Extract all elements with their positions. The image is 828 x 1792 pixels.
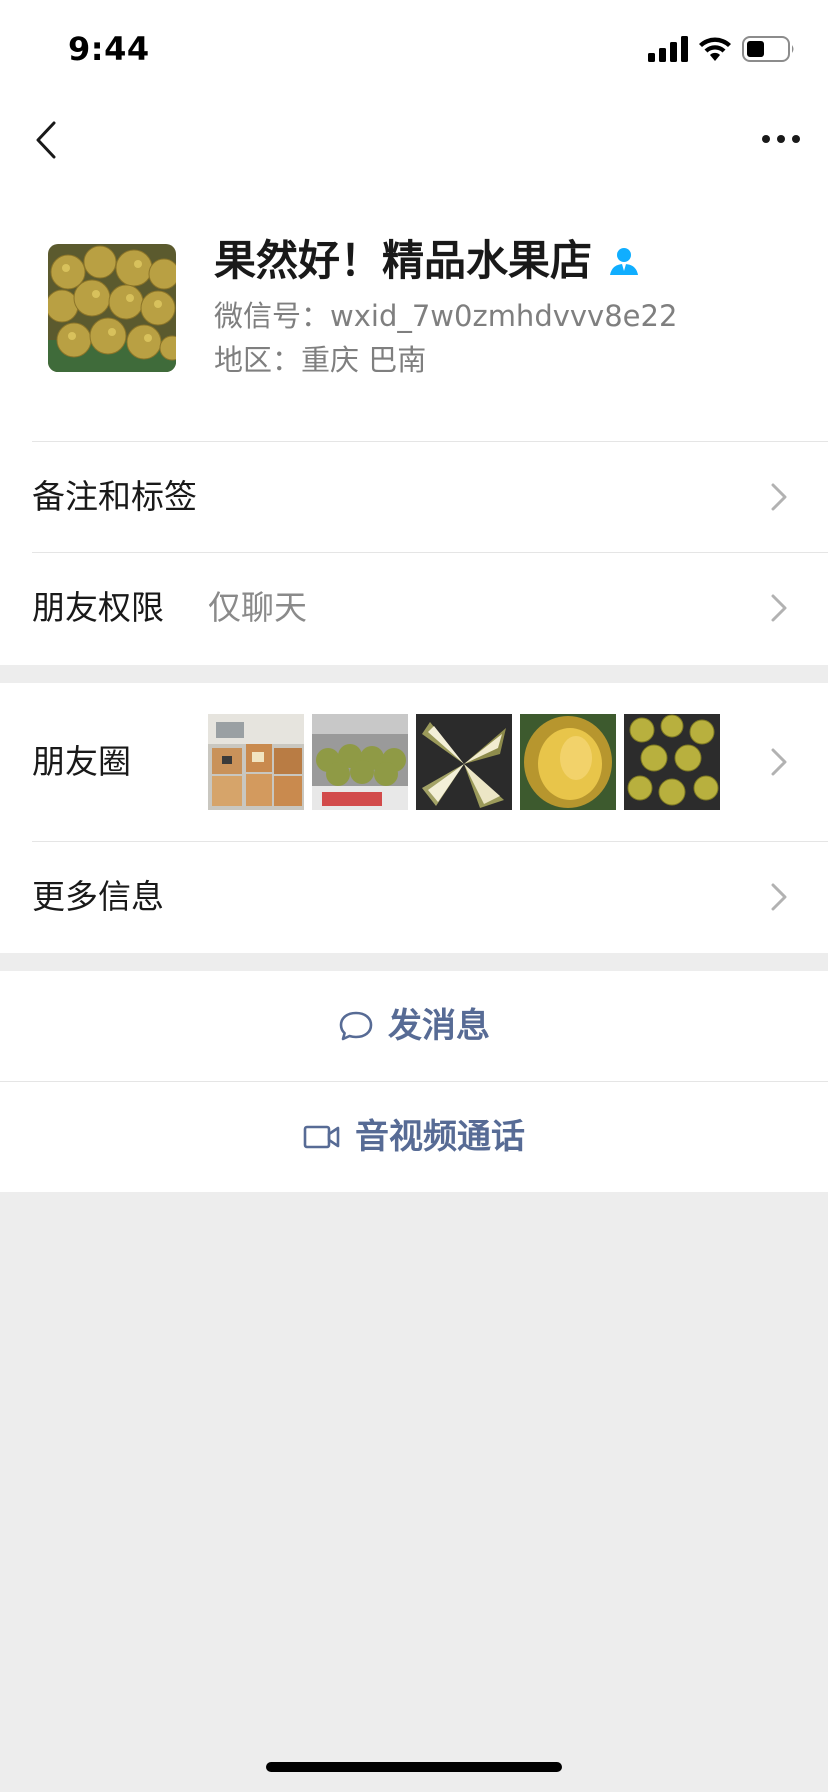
- video-call-label: 音视频通话: [355, 1117, 525, 1157]
- region: 地区：重庆 巴南: [214, 343, 427, 377]
- battery-icon: [742, 36, 794, 62]
- cellular-signal-icon: [648, 36, 688, 62]
- contact-person-icon: [610, 248, 639, 275]
- moments-thumbnail[interactable]: [416, 714, 512, 810]
- durian-avatar-image: [48, 244, 176, 372]
- fruit-boxes-photo: [208, 714, 304, 810]
- profile-name: 果然好！精品水果店: [214, 236, 593, 285]
- chat-bubble-icon: [339, 1011, 373, 1041]
- moments-thumbnail[interactable]: [624, 714, 720, 810]
- moments-thumbnails[interactable]: [208, 714, 720, 810]
- send-message-button[interactable]: 发消息: [0, 971, 828, 1081]
- chevron-right-icon: [771, 883, 787, 911]
- video-call-button[interactable]: 音视频通话: [0, 1082, 828, 1192]
- moments-thumbnail[interactable]: [520, 714, 616, 810]
- durian-flesh-photo: [520, 714, 616, 810]
- friend-permissions-row[interactable]: 朋友权限 仅聊天: [0, 553, 828, 663]
- friend-permissions-value: 仅聊天: [208, 588, 307, 627]
- home-indicator[interactable]: [266, 1762, 562, 1772]
- remarks-tags-label: 备注和标签: [32, 477, 197, 516]
- status-icons: [648, 34, 796, 64]
- wechat-id: 微信号：wxid_7w0zmhdvvv8e22: [214, 299, 678, 333]
- status-time: 9:44: [68, 30, 150, 68]
- wifi-icon: [699, 37, 731, 61]
- moments-thumbnail[interactable]: [208, 714, 304, 810]
- chevron-left-icon: [36, 121, 56, 159]
- more-info-label: 更多信息: [32, 877, 164, 916]
- friend-permissions-label: 朋友权限: [32, 588, 164, 627]
- profile-name-row: 果然好！精品水果店: [214, 236, 640, 286]
- more-button[interactable]: [756, 124, 806, 154]
- opened-durian-photo: [416, 714, 512, 810]
- more-dots-icon: [762, 135, 800, 143]
- chevron-right-icon: [771, 483, 787, 511]
- more-info-row[interactable]: 更多信息: [0, 842, 828, 952]
- chevron-right-icon: [771, 594, 787, 622]
- video-camera-icon: [303, 1125, 340, 1149]
- remarks-tags-row[interactable]: 备注和标签: [0, 442, 828, 552]
- chevron-right-icon: [771, 748, 787, 776]
- back-button[interactable]: [26, 118, 66, 162]
- moments-thumbnail[interactable]: [312, 714, 408, 810]
- durians-pile-photo: [624, 714, 720, 810]
- avatar[interactable]: [48, 244, 176, 372]
- send-message-label: 发消息: [388, 1006, 490, 1046]
- moments-label: 朋友圈: [32, 742, 131, 781]
- truck-durians-photo: [312, 714, 408, 810]
